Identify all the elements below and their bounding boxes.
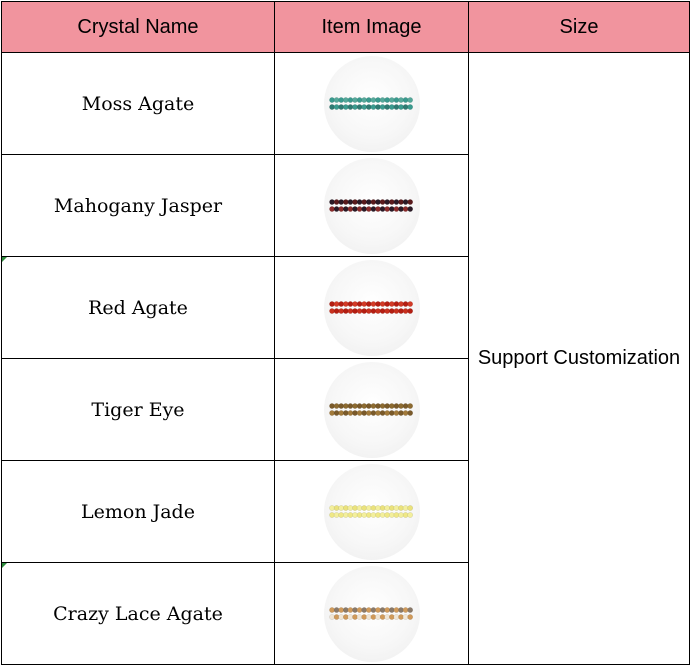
item-image-cell [274,562,469,665]
crystal-name-cell: Crazy Lace Agate [1,562,275,665]
crystal-table: Crystal Name Item Image Size Moss Agate … [1,1,690,665]
crystal-name: Red Agate [88,296,188,319]
bead [406,409,413,416]
bead-strand-graphic [328,402,413,416]
crystal-name-cell: Mahogany Jasper [1,154,275,257]
header-row: Crystal Name Item Image Size [1,1,690,53]
bead [406,504,413,511]
mahogany-jasper-bead-strand-image [323,157,420,254]
crystal-name-cell: Tiger Eye [1,358,275,461]
bead [406,307,413,314]
item-image-cell [274,154,469,257]
bead [406,613,413,620]
item-image-cell [274,52,469,155]
bead [406,511,413,518]
crystal-name: Lemon Jade [81,500,195,523]
item-image-cell [274,256,469,359]
tiger-eye-bead-strand-image [323,361,420,458]
bead [406,96,413,103]
crazy-lace-agate-bead-strand-image [323,565,420,662]
bead [406,198,413,205]
crystal-name: Tiger Eye [91,398,185,421]
size-value: Support Customization [477,347,681,369]
bead-strand-graphic [328,504,413,518]
bead-strand-graphic [328,96,413,110]
crystal-name-cell: Lemon Jade [1,460,275,563]
bead-strand-graphic [328,198,413,212]
header-crystal-name: Crystal Name [1,1,275,53]
cell-corner-marker [2,257,7,262]
crystal-name-cell: Moss Agate [1,52,275,155]
crystal-name: Mahogany Jasper [53,194,223,217]
cell-corner-marker [2,563,7,568]
crystal-name: Crazy Lace Agate [53,602,223,625]
bead-strand-graphic [328,606,413,620]
lemon-jade-bead-strand-image [323,463,420,560]
header-item-image: Item Image [274,1,469,53]
crystal-name-cell: Red Agate [1,256,275,359]
red-agate-bead-strand-image [323,259,420,356]
item-image-cell [274,358,469,461]
bead [406,205,413,212]
bead [406,402,413,409]
item-image-cell [274,460,469,563]
moss-agate-bead-strand-image [323,55,420,152]
bead [406,300,413,307]
header-size: Size [468,1,690,53]
bead [406,606,413,613]
crystal-name: Moss Agate [81,92,195,115]
size-cell: Support Customization [468,52,690,665]
table-row: Moss Agate Support Customization [1,52,690,665]
bead-strand-graphic [328,300,413,314]
bead [406,103,413,110]
